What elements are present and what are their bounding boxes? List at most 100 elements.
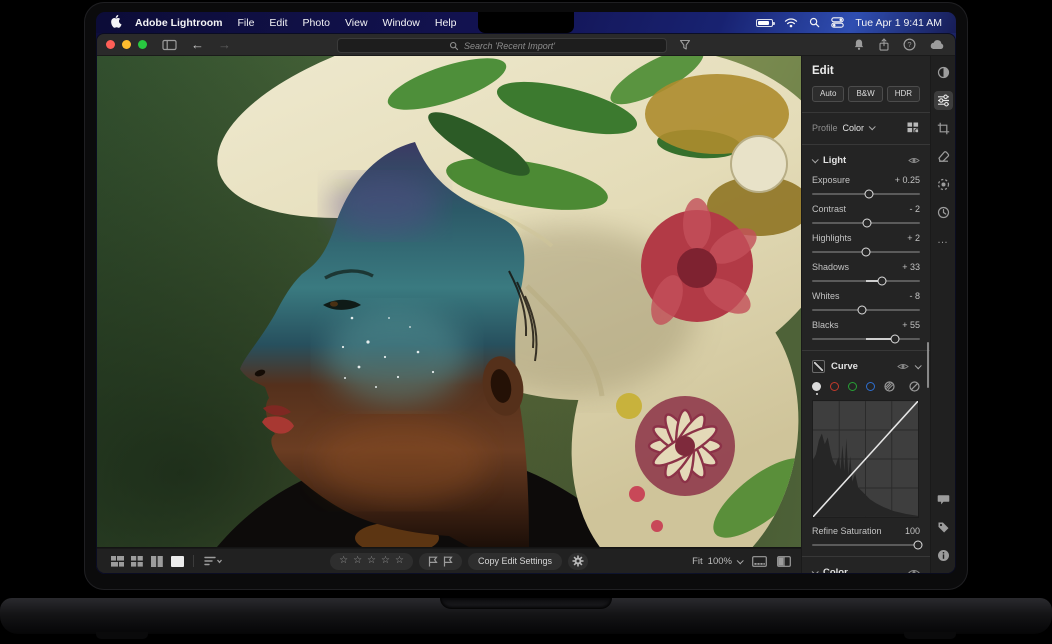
compare-view-button[interactable] [147, 553, 167, 570]
slider-track[interactable] [812, 193, 920, 195]
edit-sliders-icon [937, 94, 950, 107]
sort-button[interactable] [200, 553, 226, 570]
light-section-header[interactable]: Light [812, 155, 920, 166]
zoom-window-button[interactable] [138, 40, 147, 49]
pick-flag-icon[interactable] [428, 556, 438, 567]
versions-button[interactable] [934, 203, 953, 222]
before-after-toggle-icon[interactable] [777, 556, 791, 567]
crop-tool-button[interactable] [934, 119, 953, 138]
healing-tool-button[interactable] [934, 147, 953, 166]
comments-button[interactable] [934, 490, 953, 509]
menu-edit[interactable]: Edit [269, 17, 287, 29]
bw-button[interactable]: B&W [848, 86, 882, 102]
portrait-photo[interactable] [97, 56, 801, 547]
visibility-eye-icon[interactable] [897, 362, 909, 371]
curve-channel-blue[interactable] [866, 382, 875, 391]
notifications-bell-icon[interactable] [853, 38, 865, 51]
star-icon[interactable]: ☆ [339, 556, 348, 566]
menu-photo[interactable]: Photo [303, 17, 330, 29]
slider-knob[interactable] [857, 305, 866, 314]
menu-clock[interactable]: Tue Apr 1 9:41 AM [855, 17, 942, 29]
help-icon[interactable]: ? [903, 38, 916, 51]
hdr-button[interactable]: HDR [887, 86, 920, 102]
auto-button[interactable]: Auto [812, 86, 844, 102]
reject-flag-icon[interactable] [443, 556, 453, 567]
window-toolbar: ← → Search 'Recent Import' ? [97, 34, 955, 56]
slider-track[interactable] [812, 338, 920, 340]
tone-curve-graph[interactable] [812, 400, 919, 518]
chevron-down-icon[interactable] [915, 362, 922, 369]
visibility-eye-icon[interactable] [908, 156, 920, 165]
slider-knob[interactable] [878, 276, 887, 285]
slider-knob[interactable] [913, 540, 922, 549]
menu-help[interactable]: Help [435, 17, 457, 29]
curve-channel-green[interactable] [848, 382, 857, 391]
curve-channel-point[interactable] [884, 381, 895, 392]
menu-file[interactable]: File [238, 17, 255, 29]
slider-knob[interactable] [891, 334, 900, 343]
cloud-sync-icon[interactable] [929, 39, 945, 50]
refine-saturation-track[interactable] [812, 544, 920, 546]
square-grid-view-button[interactable] [127, 553, 147, 570]
zoom-control[interactable]: Fit 100% [692, 556, 742, 567]
sidebar-toggle-icon[interactable] [162, 39, 177, 51]
crop-icon [937, 122, 950, 135]
close-window-button[interactable] [106, 40, 115, 49]
slider-label: Exposure [812, 175, 850, 185]
slider-knob[interactable] [863, 218, 872, 227]
slider-track[interactable] [812, 280, 920, 282]
color-section-header[interactable]: Color [812, 567, 920, 573]
laptop-foot [904, 632, 956, 639]
masking-tool-button[interactable] [934, 175, 953, 194]
profile-browse-icon[interactable] [907, 122, 920, 134]
search-input[interactable]: Search 'Recent Import' [337, 38, 667, 53]
slider-knob[interactable] [862, 247, 871, 256]
curve-section-header[interactable]: Curve [812, 360, 920, 373]
apple-menu[interactable] [110, 14, 122, 31]
menu-window[interactable]: Window [383, 17, 420, 29]
profile-value-dropdown[interactable]: Color [843, 123, 865, 133]
slider-label: Blacks [812, 320, 839, 330]
zoom-value[interactable]: 100% [708, 556, 732, 567]
active-app-name[interactable]: Adobe Lightroom [135, 17, 223, 29]
star-icon[interactable]: ☆ [367, 556, 376, 566]
copy-edit-settings-button[interactable]: Copy Edit Settings [468, 553, 562, 570]
zoom-view-group: Fit 100% [692, 556, 791, 567]
forward-button[interactable]: → [218, 38, 231, 51]
slider-track[interactable] [812, 251, 920, 253]
menu-view[interactable]: View [345, 17, 368, 29]
filmstrip-toggle-icon[interactable] [752, 556, 767, 567]
curve-channel-composite[interactable] [812, 382, 821, 391]
star-icon[interactable]: ☆ [381, 556, 390, 566]
share-icon[interactable] [878, 38, 890, 52]
presets-button[interactable] [934, 63, 953, 82]
filter-button[interactable] [679, 38, 691, 56]
square-grid-icon [131, 556, 143, 567]
star-icon[interactable]: ☆ [353, 556, 362, 566]
panel-scrollbar[interactable] [927, 342, 929, 388]
wifi-icon[interactable] [784, 17, 798, 28]
spotlight-search-icon[interactable] [809, 17, 820, 28]
more-tools-button[interactable]: … [934, 231, 953, 250]
control-center-icon[interactable] [831, 17, 844, 28]
slider-knob[interactable] [865, 189, 874, 198]
edit-tool-button[interactable] [934, 91, 953, 110]
fit-label[interactable]: Fit [692, 556, 703, 567]
keywords-button[interactable] [934, 518, 953, 537]
back-button[interactable]: ← [191, 38, 204, 51]
visibility-eye-icon[interactable] [908, 568, 920, 573]
battery-icon[interactable] [756, 19, 773, 27]
slider-value: + 2 [907, 233, 920, 243]
detail-view-button[interactable] [167, 553, 187, 570]
info-button[interactable] [934, 546, 953, 565]
settings-button[interactable] [568, 553, 588, 570]
star-rating[interactable]: ☆ ☆ ☆ ☆ ☆ [330, 553, 413, 570]
slider-track[interactable] [812, 222, 920, 224]
star-icon[interactable]: ☆ [395, 556, 404, 566]
curve-channel-red[interactable] [830, 382, 839, 391]
slider-track[interactable] [812, 309, 920, 311]
exposure-slider: Exposure+ 0.25 [812, 175, 920, 195]
minimize-window-button[interactable] [122, 40, 131, 49]
photo-grid-view-button[interactable] [107, 553, 127, 570]
curve-reset-icon[interactable] [909, 381, 920, 392]
